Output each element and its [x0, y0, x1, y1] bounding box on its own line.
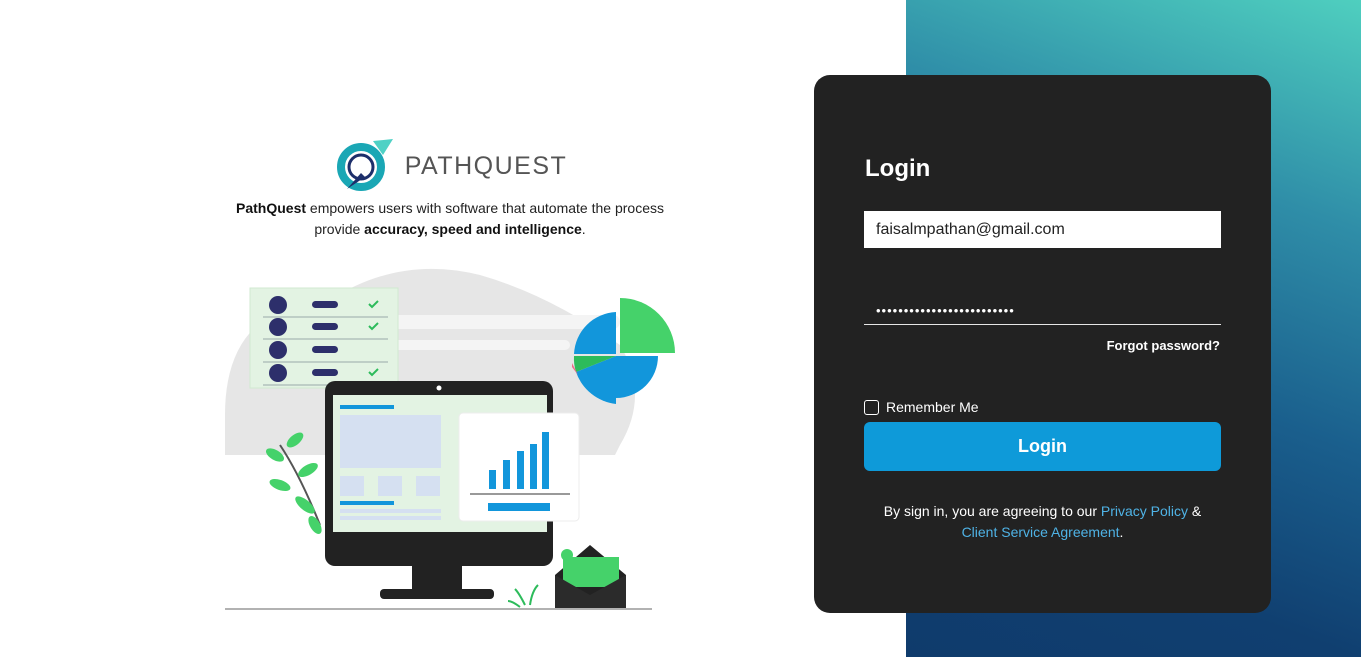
email-input[interactable]: [864, 211, 1221, 248]
tagline-brand-name: PathQuest: [236, 200, 307, 216]
pie-chart-graphic: [572, 298, 675, 404]
privacy-policy-link[interactable]: Privacy Policy: [1101, 503, 1188, 519]
terms-amp: &: [1188, 503, 1202, 519]
terms-suffix: .: [1119, 524, 1124, 540]
login-button[interactable]: Login: [864, 422, 1221, 471]
remember-me[interactable]: Remember Me: [864, 399, 979, 415]
password-input[interactable]: •••••••••••••••••••••••••: [864, 287, 1221, 325]
logo-wordmark: PATHQUEST: [404, 151, 568, 180]
checklist-card: [249, 287, 399, 389]
forgot-password-link[interactable]: Forgot password?: [1107, 338, 1220, 353]
login-card: Login ••••••••••••••••••••••••• Forgot p…: [814, 75, 1271, 613]
terms-text: By sign in, you are agreeing to our Priv…: [854, 501, 1231, 543]
remember-me-label: Remember Me: [886, 399, 979, 415]
tagline-end: .: [581, 221, 586, 237]
terms-prefix: By sign in, you are agreeing to our: [883, 503, 1101, 519]
client-service-agreement-link[interactable]: Client Service Agreement: [962, 524, 1120, 540]
analytics-illustration: [225, 268, 675, 610]
bar-chart-card: [458, 412, 580, 522]
logo: PATHQUEST: [226, 136, 674, 196]
envelope-graphic: [555, 545, 626, 608]
brand-tagline: PathQuest empowers users with software t…: [226, 198, 674, 240]
tagline-highlight: accuracy, speed and intelligence: [364, 221, 582, 237]
pathquest-logo-icon: [336, 139, 393, 191]
remember-me-checkbox[interactable]: [864, 399, 879, 415]
brand-section: PATHQUEST PathQuest empowers users with …: [226, 136, 674, 240]
login-title: Login: [865, 155, 931, 182]
password-mask: •••••••••••••••••••••••••: [876, 303, 1015, 318]
